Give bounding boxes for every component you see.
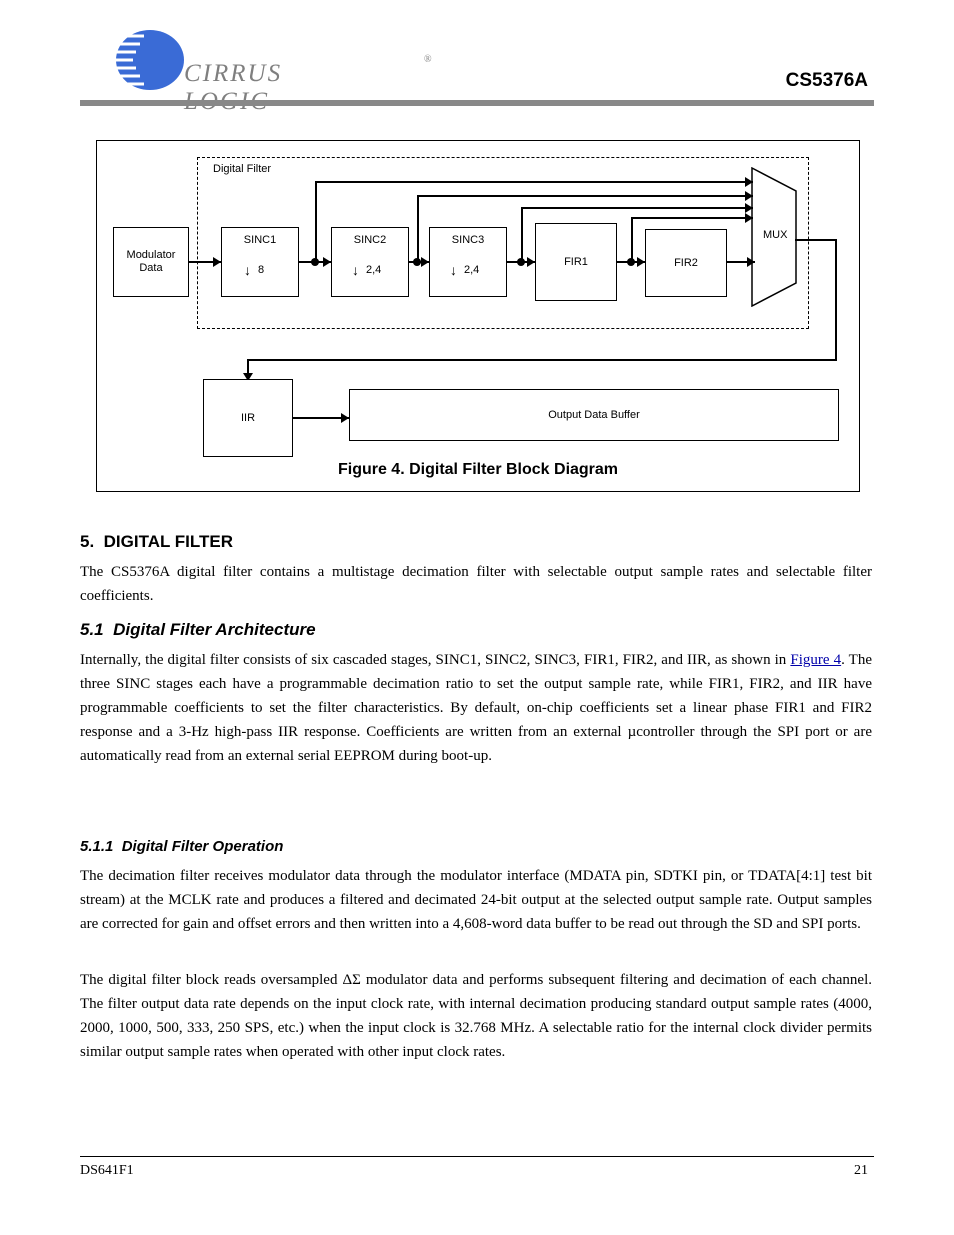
block-iir: IIR bbox=[203, 379, 293, 457]
mux-label: MUX bbox=[763, 229, 787, 241]
section-5-1-heading: 5.1 Digital Filter Architecture bbox=[80, 620, 316, 640]
company-logo: CIRRUS LOGIC ® bbox=[78, 24, 358, 94]
block-output-buffer: Output Data Buffer bbox=[349, 389, 839, 441]
decimate-icon: ↓ bbox=[450, 262, 457, 278]
footer-rule bbox=[80, 1156, 874, 1157]
filter-op-para-1: The decimation filter receives modulator… bbox=[80, 864, 872, 936]
brand-text: CIRRUS LOGIC bbox=[184, 60, 358, 116]
dashed-box-label: Digital Filter bbox=[213, 163, 271, 175]
block-fir2: FIR2 bbox=[645, 229, 727, 297]
arrow-icon bbox=[745, 191, 753, 201]
intro-paragraph: The CS5376A digital filter contains a mu… bbox=[80, 560, 872, 608]
arch-p1-text: Internally, the digital filter consists … bbox=[80, 652, 790, 668]
block-sinc1: SINC1 ↓ 8 bbox=[221, 227, 299, 297]
block-sinc2: SINC2 ↓ 2,4 bbox=[331, 227, 409, 297]
footer-page-number: 21 bbox=[854, 1163, 868, 1179]
decimate-icon: ↓ bbox=[244, 262, 251, 278]
section-5-1-1-heading: 5.1.1 Digital Filter Operation bbox=[80, 838, 283, 855]
figure-4: Digital Filter ModulatorData SINC1 ↓ 8 S… bbox=[96, 140, 860, 492]
filter-op-para-2: The digital filter block reads oversampl… bbox=[80, 968, 872, 1064]
sinc3-ratio: 2,4 bbox=[464, 264, 479, 277]
sinc1-ratio: 8 bbox=[258, 264, 264, 277]
sinc2-ratio: 2,4 bbox=[366, 264, 381, 277]
arrow-icon bbox=[637, 257, 645, 267]
registered-icon: ® bbox=[424, 54, 432, 65]
block-modulator: ModulatorData bbox=[113, 227, 189, 297]
arrow-icon bbox=[341, 413, 349, 423]
arrow-icon bbox=[747, 257, 755, 267]
arrow-icon bbox=[213, 257, 221, 267]
document-number: CS5376A bbox=[786, 70, 868, 92]
section-5-heading: 5. DIGITAL FILTER bbox=[80, 532, 233, 552]
decimate-icon: ↓ bbox=[352, 262, 359, 278]
arrow-icon bbox=[421, 257, 429, 267]
arrow-icon bbox=[323, 257, 331, 267]
arch-paragraph: Internally, the digital filter consists … bbox=[80, 648, 872, 768]
arrow-icon bbox=[527, 257, 535, 267]
header-rule bbox=[80, 100, 874, 106]
block-fir1: FIR1 bbox=[535, 223, 617, 301]
swoosh-icon bbox=[78, 24, 188, 96]
arrow-icon bbox=[745, 177, 753, 187]
arrow-icon bbox=[745, 203, 753, 213]
figure-4-reference[interactable]: Figure 4 bbox=[790, 652, 841, 668]
arrow-icon bbox=[745, 213, 753, 223]
figure-caption: Figure 4. Digital Filter Block Diagram bbox=[97, 461, 859, 479]
block-sinc3: SINC3 ↓ 2,4 bbox=[429, 227, 507, 297]
footer-doc-id: DS641F1 bbox=[80, 1163, 134, 1179]
